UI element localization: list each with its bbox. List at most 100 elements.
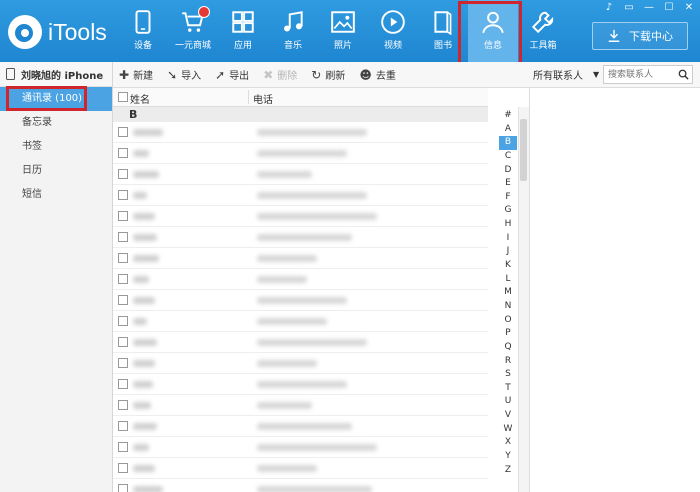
table-row[interactable] (113, 311, 488, 332)
table-row[interactable] (113, 332, 488, 353)
nav-music[interactable]: 音乐 (268, 0, 318, 62)
table-row[interactable] (113, 479, 488, 492)
sidebar: 刘晓旭的 iPhone 通讯录 (100) 备忘录 书签 日历 短信 (0, 62, 113, 492)
column-divider[interactable] (248, 90, 249, 104)
alphabet-letter[interactable]: S (499, 368, 517, 382)
alphabet-letter[interactable]: G (499, 204, 517, 218)
download-center-button[interactable]: 下载中心 (592, 22, 688, 50)
row-checkbox[interactable] (118, 127, 128, 137)
dedupe-button[interactable]: ☻ 去重 (359, 67, 396, 83)
alphabet-letter[interactable]: R (499, 355, 517, 369)
row-checkbox[interactable] (118, 463, 128, 473)
alphabet-letter[interactable]: E (499, 177, 517, 191)
column-header-name[interactable]: 姓名 (130, 91, 150, 106)
alphabet-letter[interactable]: # (499, 109, 517, 123)
row-checkbox[interactable] (118, 295, 128, 305)
maximize-button[interactable]: ☐ (662, 2, 676, 14)
device-header[interactable]: 刘晓旭的 iPhone (0, 62, 112, 87)
alphabet-letter[interactable]: Z (499, 464, 517, 478)
row-checkbox[interactable] (118, 337, 128, 347)
sidebar-item-bookmarks[interactable]: 书签 (0, 135, 112, 159)
table-row[interactable] (113, 185, 488, 206)
alphabet-letter[interactable]: X (499, 436, 517, 450)
table-row[interactable] (113, 374, 488, 395)
alphabet-letter[interactable]: J (499, 245, 517, 259)
nav-store[interactable]: 一元商城 (168, 0, 218, 62)
row-checkbox[interactable] (118, 211, 128, 221)
table-row[interactable] (113, 206, 488, 227)
minimize-button[interactable]: — (642, 2, 656, 14)
contact-filter-select[interactable]: 所有联系人 ▼ (533, 62, 599, 87)
row-checkbox[interactable] (118, 169, 128, 179)
alphabet-letter[interactable]: I (499, 232, 517, 246)
select-all-checkbox[interactable] (118, 92, 128, 102)
alphabet-letter[interactable]: L (499, 273, 517, 287)
row-checkbox[interactable] (118, 316, 128, 326)
alphabet-letter[interactable]: N (499, 300, 517, 314)
alphabet-letter[interactable]: H (499, 218, 517, 232)
close-button[interactable]: ✕ (682, 2, 696, 14)
table-row[interactable] (113, 395, 488, 416)
table-row[interactable] (113, 227, 488, 248)
column-header-phone[interactable]: 电话 (253, 91, 273, 106)
row-checkbox[interactable] (118, 442, 128, 452)
delete-button[interactable]: ✖ 删除 (263, 67, 297, 83)
table-row[interactable] (113, 416, 488, 437)
list-scrollbar[interactable] (518, 107, 529, 492)
scrollbar-thumb[interactable] (520, 119, 527, 181)
contact-name-blurred (133, 465, 155, 472)
nav-toolbox[interactable]: 工具箱 (518, 0, 568, 62)
alphabet-letter[interactable]: U (499, 395, 517, 409)
alphabet-letter[interactable]: Y (499, 450, 517, 464)
feedback-icon[interactable]: ▭ (622, 2, 636, 14)
table-row[interactable] (113, 353, 488, 374)
row-checkbox[interactable] (118, 379, 128, 389)
nav-video[interactable]: 视频 (368, 0, 418, 62)
table-row[interactable] (113, 248, 488, 269)
row-checkbox[interactable] (118, 358, 128, 368)
new-button[interactable]: ✚ 新建 (119, 67, 153, 83)
sidebar-item-sms[interactable]: 短信 (0, 183, 112, 207)
alphabet-letter[interactable]: Q (499, 341, 517, 355)
table-row[interactable] (113, 458, 488, 479)
alphabet-letter[interactable]: V (499, 409, 517, 423)
table-row[interactable] (113, 164, 488, 185)
alphabet-letter[interactable]: C (499, 150, 517, 164)
row-checkbox[interactable] (118, 400, 128, 410)
sidebar-item-calendar[interactable]: 日历 (0, 159, 112, 183)
alphabet-letter[interactable]: F (499, 191, 517, 205)
nav-photos[interactable]: 照片 (318, 0, 368, 62)
table-row[interactable] (113, 143, 488, 164)
import-button[interactable]: ➘ 导入 (167, 67, 201, 83)
row-checkbox[interactable] (118, 253, 128, 263)
alphabet-letter[interactable]: O (499, 314, 517, 328)
sidebar-item-notes[interactable]: 备忘录 (0, 111, 112, 135)
table-row[interactable] (113, 269, 488, 290)
alphabet-letter[interactable]: M (499, 286, 517, 300)
music-mini-icon[interactable]: ♪ (602, 2, 616, 14)
nav-info[interactable]: 信息 (468, 0, 518, 62)
search-icon[interactable] (678, 69, 689, 80)
export-button[interactable]: ➚ 导出 (215, 67, 249, 83)
table-row[interactable] (113, 290, 488, 311)
row-checkbox[interactable] (118, 484, 128, 492)
alphabet-letter[interactable]: P (499, 327, 517, 341)
search-input[interactable] (604, 68, 678, 81)
alphabet-letter[interactable]: K (499, 259, 517, 273)
row-checkbox[interactable] (118, 232, 128, 242)
nav-device[interactable]: 设备 (118, 0, 168, 62)
table-row[interactable] (113, 437, 488, 458)
row-checkbox[interactable] (118, 274, 128, 284)
nav-apps[interactable]: 应用 (218, 0, 268, 62)
row-checkbox[interactable] (118, 148, 128, 158)
table-row[interactable] (113, 122, 488, 143)
row-checkbox[interactable] (118, 190, 128, 200)
nav-books[interactable]: 图书 (418, 0, 468, 62)
alphabet-letter[interactable]: B (499, 136, 517, 150)
alphabet-letter[interactable]: D (499, 164, 517, 178)
refresh-button[interactable]: ↻ 刷新 (311, 67, 345, 83)
alphabet-letter[interactable]: W (499, 423, 517, 437)
row-checkbox[interactable] (118, 421, 128, 431)
alphabet-letter[interactable]: T (499, 382, 517, 396)
alphabet-letter[interactable]: A (499, 123, 517, 137)
